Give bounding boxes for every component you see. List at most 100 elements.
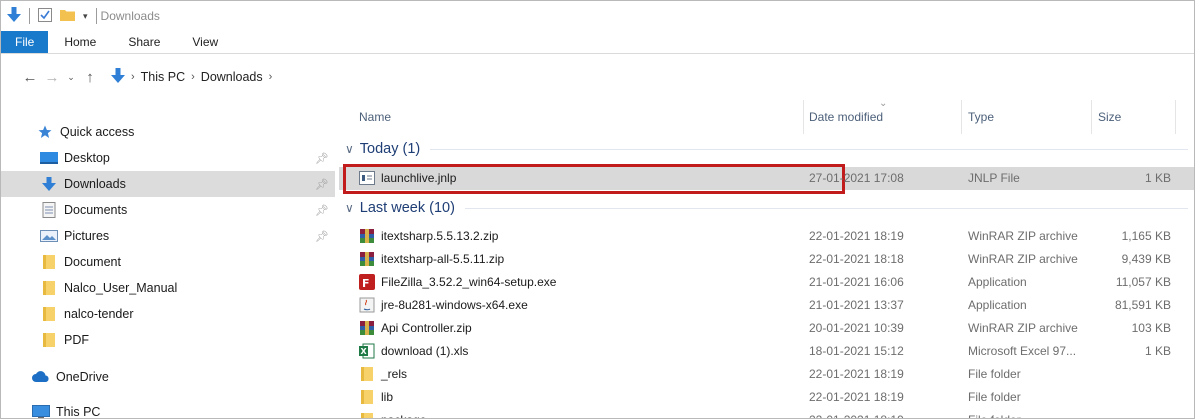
table-row[interactable]: Api Controller.zip 20-01-2021 10:39 WinRAR… bbox=[339, 317, 1194, 340]
sidebar-item-pictures[interactable]: Pictures 📌︎ bbox=[1, 223, 335, 249]
file-type: File folder bbox=[968, 413, 1021, 418]
file-date: 22-01-2021 18:18 bbox=[809, 252, 904, 266]
properties-checkbox-icon[interactable] bbox=[38, 7, 52, 25]
download-arrow-icon bbox=[7, 6, 21, 26]
pin-icon[interactable]: 📌︎ bbox=[315, 204, 329, 217]
table-row[interactable]: launchlive.jnlp 27-01-2021 17:08 JNLP Fi… bbox=[339, 164, 1194, 194]
jnlp-file-icon bbox=[359, 170, 375, 186]
file-name-text: package bbox=[381, 413, 426, 418]
table-row[interactable]: jre-8u281-windows-x64.exe 21-01-2021 13:3… bbox=[339, 294, 1194, 317]
file-date: 22-01-2021 18:19 bbox=[809, 390, 904, 404]
table-row[interactable]: lib 22-01-2021 18:19 File folder bbox=[339, 386, 1194, 409]
column-header-type[interactable]: Type bbox=[968, 110, 994, 124]
sidebar-item-desktop[interactable]: Desktop 📌︎ bbox=[1, 145, 335, 171]
table-row[interactable]: Xdownload (1).xls 18-01-2021 15:12 Microso… bbox=[339, 340, 1194, 363]
file-name: jre-8u281-windows-x64.exe bbox=[359, 297, 528, 313]
column-divider[interactable] bbox=[1175, 100, 1176, 134]
winrar-icon bbox=[359, 228, 375, 244]
new-folder-icon[interactable] bbox=[60, 8, 75, 24]
window-title: Downloads bbox=[100, 9, 160, 23]
file-name-text: launchlive.jnlp bbox=[381, 171, 457, 185]
customize-dropdown-icon[interactable]: ▾ bbox=[83, 11, 88, 22]
file-date: 18-01-2021 15:12 bbox=[809, 344, 904, 358]
group-title: Last week (10) bbox=[359, 200, 455, 216]
up-arrow-icon[interactable]: ↑ bbox=[79, 69, 101, 86]
table-row[interactable]: _rels 22-01-2021 18:19 File folder bbox=[339, 363, 1194, 386]
column-header-name[interactable]: Name bbox=[359, 110, 391, 124]
pin-icon[interactable]: 📌︎ bbox=[315, 152, 329, 165]
column-divider[interactable] bbox=[961, 100, 962, 134]
file-size: 1 KB bbox=[1144, 171, 1171, 185]
file-date: 21-01-2021 16:06 bbox=[809, 275, 904, 289]
file-size: 9,439 KB bbox=[1121, 252, 1171, 266]
sidebar-item-document[interactable]: Document bbox=[1, 249, 335, 275]
tab-home[interactable]: Home bbox=[48, 31, 112, 53]
quick-access-toolbar: ▾ bbox=[7, 6, 97, 26]
table-row[interactable]: F FileZilla_3.52.2_win64-setup.exe 21-01-2… bbox=[339, 271, 1194, 294]
file-name-text: Api Controller.zip bbox=[381, 321, 472, 335]
sidebar-item-label: Document bbox=[64, 255, 121, 269]
column-divider[interactable] bbox=[803, 100, 804, 134]
sidebar-item-nalco-tender[interactable]: nalco-tender bbox=[1, 301, 335, 327]
file-type: Microsoft Excel 97... bbox=[968, 344, 1077, 358]
winrar-icon bbox=[359, 320, 375, 336]
sidebar-item-onedrive[interactable]: OneDrive bbox=[1, 364, 335, 390]
recent-locations-chevron-icon[interactable]: ⌄ bbox=[63, 72, 79, 83]
winrar-icon bbox=[359, 251, 375, 267]
table-row[interactable]: itextsharp.5.5.13.2.zip 22-01-2021 18:19 W… bbox=[339, 225, 1194, 248]
sort-chevron-icon: ⌄ bbox=[879, 98, 888, 109]
column-header-date-modified[interactable]: Date modified bbox=[809, 110, 883, 124]
file-name: Xdownload (1).xls bbox=[359, 343, 468, 359]
divider bbox=[430, 148, 1188, 150]
group-header-today[interactable]: ∨ Today (1) bbox=[339, 137, 1194, 161]
svg-text:X: X bbox=[361, 347, 368, 356]
back-arrow-icon[interactable]: ← bbox=[19, 69, 41, 86]
tab-view[interactable]: View bbox=[176, 31, 234, 53]
column-divider[interactable] bbox=[1091, 100, 1092, 134]
folder-icon bbox=[359, 412, 375, 418]
sidebar-item-label: Documents bbox=[64, 203, 128, 217]
breadcrumb-separator-icon[interactable]: › bbox=[191, 71, 195, 83]
sidebar-item-quick-access[interactable]: Quick access bbox=[1, 119, 335, 145]
breadcrumb-separator-icon[interactable]: › bbox=[269, 71, 273, 83]
column-header-size[interactable]: Size bbox=[1098, 110, 1121, 124]
file-type: File folder bbox=[968, 367, 1021, 381]
sidebar-item-downloads[interactable]: Downloads 📌︎ bbox=[1, 171, 335, 197]
table-row[interactable]: itextsharp-all-5.5.11.zip 22-01-2021 18:1… bbox=[339, 248, 1194, 271]
breadcrumb-downloads[interactable]: Downloads bbox=[201, 70, 263, 84]
collapse-chevron-icon[interactable]: ∨ bbox=[345, 201, 354, 215]
pictures-icon bbox=[39, 228, 59, 244]
excel-icon: X bbox=[359, 343, 375, 359]
address-bar[interactable]: › This PC › Downloads › bbox=[107, 64, 272, 90]
folder-icon bbox=[39, 332, 59, 348]
group-header-last-week[interactable]: ∨ Last week (10) bbox=[339, 196, 1194, 220]
navigation-pane: Quick access Desktop 📌︎ Downloads 📌︎ Doc… bbox=[1, 109, 339, 418]
file-date: 22-01-2021 18:19 bbox=[809, 367, 904, 381]
file-explorer-window: ▾ Downloads File Home Share View ← → ⌄ ↑… bbox=[0, 0, 1195, 419]
folder-icon bbox=[39, 280, 59, 296]
breadcrumb-this-pc[interactable]: This PC bbox=[141, 70, 185, 84]
sidebar-item-label: Nalco_User_Manual bbox=[64, 281, 178, 295]
tab-file[interactable]: File bbox=[1, 31, 49, 53]
documents-icon bbox=[39, 202, 59, 218]
sidebar-item-this-pc[interactable]: This PC bbox=[1, 399, 335, 418]
forward-arrow-icon[interactable]: → bbox=[41, 69, 63, 86]
desktop-icon bbox=[39, 150, 59, 166]
sidebar-item-nalco-user-manual[interactable]: Nalco_User_Manual bbox=[1, 275, 335, 301]
file-type: Application bbox=[968, 298, 1027, 312]
pin-icon[interactable]: 📌︎ bbox=[315, 178, 329, 191]
collapse-chevron-icon[interactable]: ∨ bbox=[345, 142, 354, 156]
sidebar-item-documents[interactable]: Documents 📌︎ bbox=[1, 197, 335, 223]
title-bar: ▾ Downloads bbox=[1, 1, 1194, 31]
file-type: WinRAR ZIP archive bbox=[968, 229, 1078, 243]
breadcrumb-separator-icon[interactable]: › bbox=[131, 71, 135, 83]
file-name: lib bbox=[359, 389, 393, 405]
pin-icon[interactable]: 📌︎ bbox=[315, 230, 329, 243]
folder-icon bbox=[359, 389, 375, 405]
sidebar-item-label: PDF bbox=[64, 333, 89, 347]
table-row[interactable]: package 22-01-2021 18:19 File folder bbox=[339, 409, 1194, 418]
file-size: 103 KB bbox=[1131, 321, 1171, 335]
sidebar-item-pdf[interactable]: PDF bbox=[1, 327, 335, 353]
ribbon-tabs: File Home Share View bbox=[1, 31, 1194, 54]
tab-share[interactable]: Share bbox=[112, 31, 176, 53]
